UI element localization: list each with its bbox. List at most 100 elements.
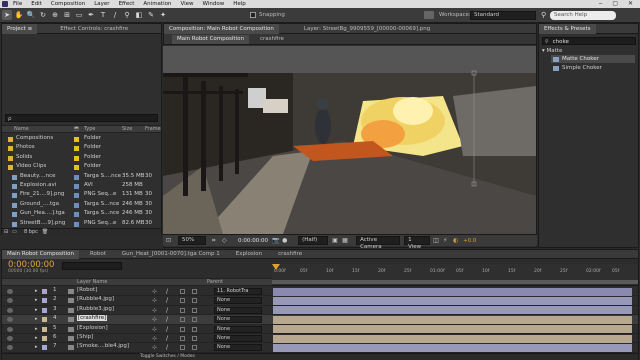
layer-row[interactable]: ▸ 5 [Explosion] ⊹ / None — [2, 325, 638, 334]
layer-name[interactable]: [Rubble3.jpg] — [77, 306, 114, 312]
layer-duration-bar[interactable] — [273, 325, 632, 334]
menu-window[interactable]: Window — [203, 0, 225, 8]
column-layer-name[interactable]: Layer Name — [77, 279, 107, 286]
fast-previews-icon[interactable]: ⚡ — [443, 237, 453, 244]
menu-layer[interactable]: Layer — [94, 0, 109, 8]
tab-project[interactable]: Project ≡ — [2, 23, 38, 34]
delete-icon[interactable]: 🗑 — [42, 229, 50, 235]
current-time-indicator[interactable] — [272, 264, 280, 286]
column-frame[interactable]: Frame — [145, 126, 161, 133]
view-layout-select[interactable]: 1 View — [404, 236, 431, 250]
layer-duration-bar[interactable] — [273, 315, 632, 324]
quality-switch-icon[interactable]: / — [166, 335, 168, 342]
time-ruler[interactable]: 0:00f 05f 10f 15f 20f 25f 01:00f 05f 10f 15f 20f 25… — [272, 264, 638, 286]
column-type[interactable]: Type — [84, 126, 95, 133]
eraser-tool-icon[interactable]: ◧ — [134, 10, 144, 20]
fx-switch-icon[interactable] — [180, 298, 185, 304]
toggle-pixel-aspect-icon[interactable]: ◫ — [433, 237, 443, 244]
label-color-swatch[interactable] — [42, 307, 47, 313]
timeline-tab[interactable]: Explosion — [231, 250, 267, 259]
timeline-tab[interactable]: Main Robot Composition — [2, 249, 79, 259]
expand-arrow-icon[interactable]: ▸ — [35, 326, 38, 332]
project-search-input[interactable]: ρ — [5, 114, 158, 122]
window-controls[interactable]: ‒ ▢ ✕ — [599, 0, 637, 8]
work-area-bar[interactable] — [272, 280, 638, 284]
fx-switch-icon[interactable] — [180, 335, 185, 341]
column-size[interactable]: Size — [122, 126, 132, 133]
label-color-swatch[interactable] — [42, 345, 47, 351]
menu-animation[interactable]: Animation — [143, 0, 171, 8]
fx-switch-icon[interactable] — [180, 289, 185, 294]
composition-viewer[interactable] — [163, 46, 536, 234]
layer-row[interactable]: ▸ 4 [crashfire] ⊹ / None — [2, 315, 638, 325]
toggle-switches-modes[interactable]: Toggle Switches / Modes — [140, 354, 195, 360]
tab-effect-controls[interactable]: Effect Controls: crashfire — [55, 24, 133, 34]
effects-category-matte[interactable]: ▾ Matte — [542, 48, 562, 54]
quality-switch-icon[interactable]: / — [166, 307, 168, 314]
shy-switch-icon[interactable]: ⊹ — [152, 288, 159, 295]
breadcrumb-crashfire[interactable]: crashfire — [255, 35, 289, 44]
effects-search-input[interactable]: ⚲ choke — [542, 37, 636, 45]
expand-arrow-icon[interactable]: ▸ — [35, 335, 38, 341]
menu-file[interactable]: File — [13, 0, 22, 8]
current-time-display[interactable]: 0:00:00:00 — [238, 238, 268, 244]
label-color-swatch[interactable] — [42, 326, 47, 332]
project-item[interactable]: Fire_21....9].png PNG Seq...e 131 MB 30 — [2, 191, 161, 200]
column-parent[interactable]: Parent — [207, 279, 223, 286]
brush-tool-icon[interactable]: / — [110, 10, 120, 20]
parent-select[interactable]: None — [214, 344, 262, 352]
parent-select[interactable]: None — [214, 316, 262, 324]
exposure-icon[interactable]: ◐ — [453, 237, 463, 244]
fx-switch-icon[interactable] — [180, 345, 185, 351]
expand-arrow-icon[interactable]: ▸ — [35, 288, 38, 294]
eye-icon[interactable] — [7, 289, 13, 294]
layer-row[interactable]: ▸ 3 [Rubble3.jpg] ⊹ / None — [2, 306, 638, 316]
label-column-icon[interactable]: ⬒ — [74, 126, 79, 133]
timeline-tab[interactable]: Robot — [85, 250, 111, 259]
snapping-checkbox[interactable] — [250, 12, 256, 18]
eye-icon[interactable] — [7, 345, 13, 351]
layer-row[interactable]: ▸ 1 [Robot] ⊹ / 11. RobotTra — [2, 287, 638, 297]
mask-tool-icon[interactable]: ▭ — [74, 10, 84, 20]
motion-blur-switch-icon[interactable] — [192, 326, 197, 332]
effect-matte-choker[interactable]: Matte Choker — [551, 55, 635, 63]
timeline-tab[interactable]: Gun_Heat_[0001-0070].tga Comp 1 — [117, 250, 225, 259]
label-color-swatch[interactable] — [42, 289, 47, 294]
menu-edit[interactable]: Edit — [31, 0, 42, 8]
layer-duration-bar[interactable] — [273, 287, 632, 296]
expand-arrow-icon[interactable]: ▸ — [35, 316, 38, 322]
quality-switch-icon[interactable]: / — [166, 326, 168, 333]
shy-switch-icon[interactable]: ⊹ — [152, 316, 159, 323]
layer-row[interactable]: ▸ 2 [Rubble4.jpg] ⊹ / None — [2, 296, 638, 306]
project-item[interactable]: Solids Folder — [2, 154, 161, 163]
shy-switch-icon[interactable]: ⊹ — [152, 307, 159, 314]
parent-select[interactable]: None — [214, 325, 262, 333]
project-item[interactable]: Beauty....nce Targa S....nce 35.5 MB 30 — [2, 173, 161, 182]
fx-switch-icon[interactable] — [180, 326, 185, 332]
clone-tool-icon[interactable]: ⚲ — [122, 10, 132, 20]
eye-icon[interactable] — [7, 326, 13, 332]
layer-name[interactable]: [crashfire] — [77, 315, 108, 322]
layer-row[interactable]: ▸ 7 [Smoke....ble4.jpg] ⊹ / None — [2, 343, 638, 353]
motion-blur-switch-icon[interactable] — [192, 317, 197, 323]
motion-blur-switch-icon[interactable] — [192, 307, 197, 313]
type-tool-icon[interactable]: T — [98, 10, 108, 20]
roto-brush-tool-icon[interactable]: ✎ — [146, 10, 156, 20]
motion-blur-switch-icon[interactable] — [192, 335, 197, 341]
shy-switch-icon[interactable]: ⊹ — [152, 297, 159, 304]
label-color-swatch[interactable] — [42, 317, 47, 323]
layer-row[interactable]: ▸ 6 [Ship] ⊹ / None — [2, 334, 638, 344]
camera-tool-icon[interactable]: ⊕ — [50, 10, 60, 20]
resolution-select[interactable]: (Half) — [298, 236, 329, 245]
layer-name[interactable]: [Rubble4.jpg] — [77, 296, 114, 302]
expand-arrow-icon[interactable]: ▸ — [35, 344, 38, 350]
workspace-icon[interactable] — [424, 11, 434, 19]
layer-name[interactable]: [Explosion] — [77, 325, 108, 331]
new-folder-icon[interactable]: ▭ — [12, 229, 20, 235]
project-item[interactable]: Explosion.avi AVI 258 MB — [2, 182, 161, 191]
project-item[interactable]: Compositions Folder — [2, 135, 161, 144]
camera-select[interactable]: Active Camera — [356, 236, 401, 250]
mask-visibility-icon[interactable]: ◇ — [222, 237, 232, 244]
quality-switch-icon[interactable]: / — [166, 288, 168, 295]
workspace-select[interactable]: Standard — [470, 11, 536, 20]
